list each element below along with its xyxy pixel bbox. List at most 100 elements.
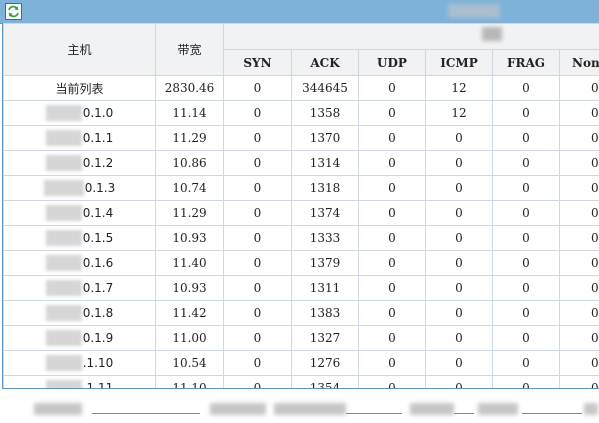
nonip-cell: 0 bbox=[558, 175, 599, 201]
host-cell: 0.1.2 bbox=[3, 150, 156, 176]
table-row[interactable]: 0.1.3 10.74 0 1318 0 0 0 0 bbox=[3, 175, 599, 201]
bandwidth-cell: 10.54 bbox=[155, 350, 224, 376]
column-bandwidth[interactable]: 带宽 bbox=[155, 23, 224, 76]
refresh-button[interactable] bbox=[5, 3, 22, 20]
nonip-cell: 0 bbox=[558, 200, 599, 226]
traffic-table-frame: 主机 带宽 SYN ACK UDP ICMP FRAG NonI 当前列表 28… bbox=[2, 23, 599, 389]
redacted-ip-prefix bbox=[45, 380, 82, 388]
bandwidth-cell: 11.00 bbox=[155, 325, 224, 351]
frag-cell: 0 bbox=[492, 375, 560, 388]
column-icmp[interactable]: ICMP bbox=[425, 49, 493, 76]
host-suffix: 0.1.3 bbox=[84, 181, 116, 195]
host-suffix: .1.11 bbox=[82, 381, 114, 389]
host-suffix: 0.1.6 bbox=[82, 256, 114, 270]
nonip-cell: 0 bbox=[558, 125, 599, 151]
icmp-cell: 0 bbox=[425, 250, 493, 276]
table-row[interactable]: 0.1.0 11.14 0 1358 0 12 0 0 bbox=[3, 100, 599, 126]
ack-cell: 344645 bbox=[291, 75, 359, 101]
redacted-title bbox=[448, 4, 500, 18]
frag-cell: 0 bbox=[492, 150, 560, 176]
frag-cell: 0 bbox=[492, 325, 560, 351]
table-row[interactable]: 0.1.6 11.40 0 1379 0 0 0 0 bbox=[3, 250, 599, 276]
host-suffix: 0.1.5 bbox=[82, 231, 114, 245]
nonip-cell: 0 bbox=[558, 275, 599, 301]
column-frag[interactable]: FRAG bbox=[492, 49, 560, 76]
bandwidth-cell: 11.40 bbox=[155, 250, 224, 276]
host-suffix: 0.1.9 bbox=[82, 331, 114, 345]
icmp-cell: 0 bbox=[425, 150, 493, 176]
redacted-ip-prefix bbox=[45, 255, 82, 271]
column-nonip[interactable]: NonI bbox=[558, 49, 599, 76]
column-syn[interactable]: SYN bbox=[223, 49, 292, 76]
udp-cell: 0 bbox=[358, 225, 426, 251]
ack-cell: 1311 bbox=[291, 275, 359, 301]
footer-input-line[interactable] bbox=[454, 413, 474, 414]
bandwidth-cell: 10.93 bbox=[155, 225, 224, 251]
table-row[interactable]: 0.1.2 10.86 0 1314 0 0 0 0 bbox=[3, 150, 599, 176]
redacted-ip-prefix bbox=[45, 330, 82, 346]
nonip-cell: 0 bbox=[558, 225, 599, 251]
ack-cell: 1374 bbox=[291, 200, 359, 226]
udp-cell: 0 bbox=[358, 75, 426, 101]
udp-cell: 0 bbox=[358, 150, 426, 176]
icmp-cell: 0 bbox=[425, 325, 493, 351]
redacted-ip-prefix bbox=[45, 230, 82, 246]
nonip-cell: 0 bbox=[558, 150, 599, 176]
ack-cell: 1327 bbox=[291, 325, 359, 351]
ack-cell: 1314 bbox=[291, 150, 359, 176]
table-row[interactable]: .1.10 10.54 0 1276 0 0 0 0 bbox=[3, 350, 599, 376]
frag-cell: 0 bbox=[492, 200, 560, 226]
table-row[interactable]: .1.11 11.10 0 1354 0 0 0 0 bbox=[3, 375, 599, 389]
table-row[interactable]: 0.1.8 11.42 0 1383 0 0 0 0 bbox=[3, 300, 599, 326]
udp-cell: 0 bbox=[358, 175, 426, 201]
icmp-cell: 0 bbox=[425, 375, 493, 388]
bandwidth-cell: 11.14 bbox=[155, 100, 224, 126]
host-suffix: 0.1.4 bbox=[82, 206, 114, 220]
nonip-cell: 0 bbox=[558, 100, 599, 126]
frag-cell: 0 bbox=[492, 350, 560, 376]
table-row[interactable]: 0.1.4 11.29 0 1374 0 0 0 0 bbox=[3, 200, 599, 226]
redacted-footer-text bbox=[478, 403, 518, 415]
frag-cell: 0 bbox=[492, 100, 560, 126]
frag-cell: 0 bbox=[492, 300, 560, 326]
footer-input-line[interactable] bbox=[346, 413, 402, 414]
icmp-cell: 0 bbox=[425, 200, 493, 226]
column-udp[interactable]: UDP bbox=[358, 49, 426, 76]
nonip-cell: 0 bbox=[558, 325, 599, 351]
syn-cell: 0 bbox=[223, 200, 292, 226]
syn-cell: 0 bbox=[223, 275, 292, 301]
footer-input-line[interactable] bbox=[92, 413, 200, 414]
top-toolbar bbox=[0, 0, 599, 24]
host-cell: .1.10 bbox=[3, 350, 156, 376]
host-cell: 0.1.4 bbox=[3, 200, 156, 226]
udp-cell: 0 bbox=[358, 200, 426, 226]
udp-cell: 0 bbox=[358, 250, 426, 276]
table-row[interactable]: 0.1.1 11.29 0 1370 0 0 0 0 bbox=[3, 125, 599, 151]
table-row[interactable]: 0.1.5 10.93 0 1333 0 0 0 0 bbox=[3, 225, 599, 251]
host-traffic-table: 主机 带宽 SYN ACK UDP ICMP FRAG NonI 当前列表 28… bbox=[3, 23, 599, 389]
column-ack[interactable]: ACK bbox=[291, 49, 359, 76]
syn-cell: 0 bbox=[223, 225, 292, 251]
redacted-footer-text bbox=[584, 403, 598, 415]
udp-cell: 0 bbox=[358, 325, 426, 351]
redacted-ip-prefix bbox=[45, 130, 82, 146]
table-row[interactable]: 0.1.7 10.93 0 1311 0 0 0 0 bbox=[3, 275, 599, 301]
ack-cell: 1354 bbox=[291, 375, 359, 388]
syn-cell: 0 bbox=[223, 350, 292, 376]
frag-cell: 0 bbox=[492, 175, 560, 201]
host-cell: .1.11 bbox=[3, 375, 156, 389]
frag-cell: 0 bbox=[492, 275, 560, 301]
table-row[interactable]: 0.1.9 11.00 0 1327 0 0 0 0 bbox=[3, 325, 599, 351]
icmp-cell: 0 bbox=[425, 175, 493, 201]
host-cell: 0.1.6 bbox=[3, 250, 156, 276]
nonip-cell: 0 bbox=[558, 250, 599, 276]
bandwidth-cell: 11.10 bbox=[155, 375, 224, 388]
column-host[interactable]: 主机 bbox=[3, 23, 156, 76]
redacted-ip-prefix bbox=[45, 305, 82, 321]
nonip-cell: 0 bbox=[558, 75, 599, 101]
ack-cell: 1379 bbox=[291, 250, 359, 276]
bandwidth-cell: 10.93 bbox=[155, 275, 224, 301]
table-row[interactable]: 当前列表 2830.46 0 344645 0 12 0 0 bbox=[3, 75, 599, 101]
footer-input-line[interactable] bbox=[522, 413, 582, 414]
redacted-ip-prefix bbox=[43, 180, 84, 196]
